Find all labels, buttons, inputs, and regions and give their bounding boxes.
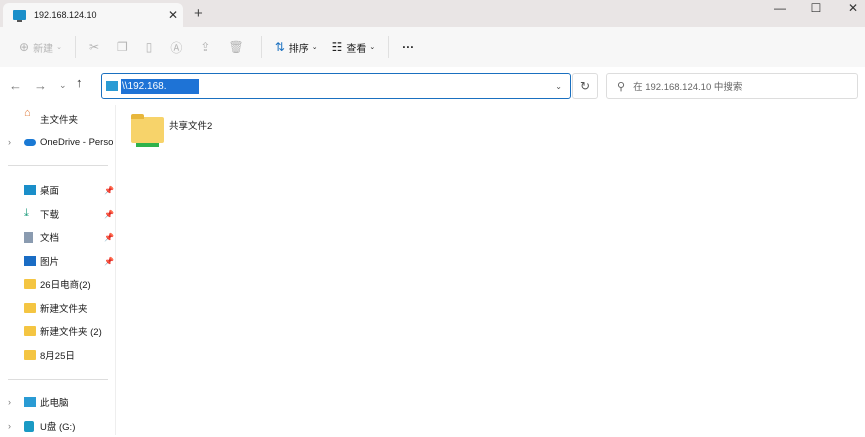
sidebar-item-label: 新建文件夹 (2) [40,327,102,338]
folder-icon [24,350,36,360]
chevron-right-icon[interactable]: › [8,137,11,147]
tab-current[interactable]: 192.168.124.10 ✕ [3,3,183,27]
usb-drive-icon [24,420,34,432]
sidebar-item-label: 8月25日 [40,351,75,362]
navigation-pane: ⌂ 主文件夹 › OneDrive - Perso 桌面 📌 ⤓ 下载 📌 文档 📌 图片 📌… [0,105,116,435]
refresh-button[interactable]: ↻ [572,73,598,99]
delete-button[interactable]: 🗑 [221,33,254,61]
up-button[interactable]: ↑ [76,75,83,90]
pin-icon: 📌 [104,232,114,242]
sort-icon: ⇅ [274,40,285,54]
sidebar-item-label: 下载 [40,210,60,221]
sidebar-item-folder[interactable]: 26日电商(2) [0,273,116,295]
network-computer-icon [106,81,118,91]
download-icon: ⤓ [24,207,29,219]
sort-button[interactable]: ⇅ 排序 ⌄ [268,33,325,61]
back-button[interactable]: ← [9,78,22,93]
pin-icon: 📌 [104,185,114,195]
tab-title: 192.168.124.10 [34,10,97,20]
sidebar-item-label: 图片 [40,257,60,268]
sidebar-item-label: 26日电商(2) [40,280,91,291]
sidebar-item-desktop[interactable]: 桌面 📌 [0,179,116,201]
sidebar-item-documents[interactable]: 文档 📌 [0,226,116,248]
sidebar-item-pictures[interactable]: 图片 📌 [0,250,116,272]
sort-label: 排序 [288,43,309,55]
minimize-button[interactable]: — [765,0,795,20]
pictures-icon [24,256,36,266]
chevron-right-icon[interactable]: › [8,421,11,431]
search-icon: ⚲ [617,80,626,93]
divider [8,165,108,166]
sidebar-item-home[interactable]: ⌂ 主文件夹 [0,107,116,130]
sidebar-item-folder[interactable]: 新建文件夹 (2) [0,320,116,342]
command-bar: ⊕ 新建 ⌄ ✂ ❐ ▯ Ⓐ ⇪ 🗑 ⇅ 排序 ⌄ ☷ 查看 ⌄ ··· [0,27,865,67]
search-input[interactable]: 在 192.168.124.10 中搜索 [633,79,742,93]
computer-icon [24,397,36,407]
chevron-down-icon: ⌄ [56,44,62,51]
sidebar-item-folder[interactable]: 新建文件夹 [0,297,116,319]
divider [74,36,76,58]
sidebar-item-label: OneDrive - Perso [40,136,114,148]
cut-button[interactable]: ✂ [82,33,110,61]
close-window-button[interactable]: ✕ [838,0,865,20]
shared-folder-icon [131,114,164,147]
divider [8,379,108,380]
new-button[interactable]: ⊕ 新建 ⌄ [12,33,69,61]
new-label: 新建 [33,43,54,55]
copy-icon: ❐ [117,40,128,54]
sidebar-item-folder[interactable]: 8月25日 [0,344,116,366]
share-button[interactable]: ⇪ [193,33,221,61]
recent-locations-button[interactable]: ⌄ [59,80,67,91]
chevron-down-icon: ⌄ [311,44,318,51]
sidebar-item-label: 桌面 [40,186,60,197]
folder-icon [24,303,36,313]
cloud-icon [24,138,36,146]
close-tab-button[interactable]: ✕ [163,8,183,22]
rename-icon: Ⓐ [170,40,183,55]
sidebar-item-downloads[interactable]: ⤓ 下载 📌 [0,203,116,225]
plus-circle-icon: ⊕ [19,40,30,54]
divider [260,36,262,58]
pin-icon: 📌 [104,256,114,266]
copy-button[interactable]: ❐ [110,33,139,61]
pin-icon: 📌 [104,209,114,219]
sidebar-item-this-pc[interactable]: › 此电脑 [0,391,116,413]
chevron-down-icon: ⌄ [369,44,376,51]
more-options-button[interactable]: ··· [395,33,421,61]
document-icon [24,231,33,243]
sidebar-item-onedrive[interactable]: › OneDrive - Perso [0,131,116,153]
forward-button[interactable]: → [34,78,47,93]
sidebar-item-label: U盘 (G:) [40,422,76,433]
view-button[interactable]: ☷ 查看 ⌄ [325,33,383,61]
paste-button[interactable]: ▯ [139,33,164,61]
sidebar-item-label: 文档 [40,233,60,244]
maximize-button[interactable]: ☐ [801,0,831,20]
sidebar-item-label: 新建文件夹 [40,304,88,315]
sidebar-item-label: 主文件夹 [40,115,79,126]
address-input[interactable]: \\192.168. [121,78,199,94]
home-icon: ⌂ [24,107,31,119]
chevron-right-icon[interactable]: › [8,397,11,407]
view-list-icon: ☷ [331,40,343,54]
folder-icon [24,326,36,336]
sidebar-item-usb-drive[interactable]: › U盘 (G:) [0,415,116,437]
folder-icon [24,279,36,289]
chevron-down-icon[interactable]: ⌄ [555,82,562,91]
file-name: 共享文件2 [169,121,213,132]
paste-icon: ▯ [145,40,153,54]
sidebar-item-label: 此电脑 [40,398,69,409]
new-tab-button[interactable]: + [194,5,203,22]
divider [388,36,390,58]
trash-icon: 🗑 [228,40,244,54]
view-label: 查看 [346,43,367,55]
scissors-icon: ✂ [88,40,99,54]
share-icon: ⇪ [200,40,211,54]
network-computer-icon [13,10,26,22]
desktop-icon [24,185,36,195]
search-box[interactable]: ⚲ 在 192.168.124.10 中搜索 [606,73,858,99]
rename-button[interactable]: Ⓐ [163,33,193,61]
address-bar[interactable]: \\192.168. ⌄ [101,73,571,99]
title-bar: 192.168.124.10 ✕ + — ☐ ✕ [0,0,865,27]
